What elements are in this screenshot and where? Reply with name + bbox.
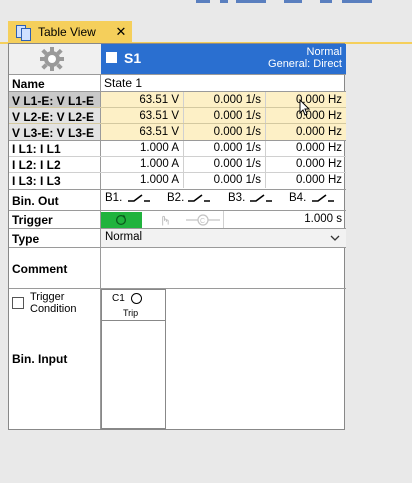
tab-table-view[interactable]: Table View ✕	[8, 21, 132, 42]
bin-input-state-icon[interactable]	[131, 293, 142, 304]
row-label-vl1[interactable]: V L1-E: V L1-E	[12, 94, 94, 108]
grid-line	[9, 210, 346, 211]
comment-label: Comment	[12, 262, 68, 276]
toolbar-fragment	[320, 0, 332, 3]
state-mode-line1: Normal	[306, 46, 342, 58]
type-label: Type	[12, 232, 40, 246]
grid-line	[9, 107, 346, 108]
relay-open-icon[interactable]	[187, 193, 211, 203]
tab-title: Table View	[38, 24, 96, 39]
il2-rate[interactable]: 0.000 1/s	[183, 157, 265, 172]
binout-row: B1. B2. B3. B4.	[101, 190, 346, 211]
binout-b4-label: B4.	[289, 192, 307, 204]
binout-b1-label: B1.	[105, 192, 123, 204]
il1-amplitude[interactable]: 1.000 A	[101, 141, 183, 156]
close-icon[interactable]: ✕	[113, 24, 129, 40]
grid-line	[9, 156, 346, 157]
vl1-rate[interactable]: 0.000 1/s	[183, 93, 265, 108]
grid-line	[9, 288, 346, 289]
gps-trigger-icon[interactable]: C	[186, 214, 220, 226]
toolbar-fragment	[196, 0, 210, 3]
vl3-amplitude[interactable]: 63.51 V	[101, 125, 183, 140]
il3-amplitude[interactable]: 1.000 A	[101, 173, 183, 188]
settings-cell	[9, 44, 101, 74]
type-value: Normal	[105, 231, 143, 243]
state-checkbox[interactable]	[106, 52, 117, 63]
type-dropdown[interactable]: Normal	[101, 229, 346, 247]
mouse-cursor-icon	[299, 99, 311, 116]
trigger-condition-line1: Trigger	[30, 291, 65, 303]
binout-b2-label: B2.	[167, 192, 185, 204]
vl3-frequency[interactable]: 0.000 Hz	[265, 125, 346, 140]
row-label-il2[interactable]: I L2: I L2	[12, 158, 61, 172]
vl1-amplitude[interactable]: 63.51 V	[101, 93, 183, 108]
bin-input-channel: C1	[112, 293, 125, 304]
refresh-icon	[115, 214, 127, 226]
trigger-condition-label: Trigger Condition	[30, 291, 76, 315]
grid-line	[9, 140, 346, 141]
toolbar-fragment	[236, 0, 266, 3]
grid-line	[9, 189, 346, 190]
row-label-il1[interactable]: I L1: I L1	[12, 142, 61, 156]
grid-line	[9, 172, 346, 173]
row-label-il3[interactable]: I L3: I L3	[12, 174, 61, 188]
bin-input-name: Trip	[123, 308, 139, 318]
svg-text:C: C	[200, 218, 205, 225]
toolbar-fragment	[220, 0, 228, 3]
grid-line	[9, 228, 346, 229]
bin-input-label: Bin. Input	[12, 352, 68, 366]
il3-frequency[interactable]: 0.000 Hz	[265, 173, 346, 188]
relay-open-icon[interactable]	[311, 193, 335, 203]
comment-field[interactable]	[101, 247, 346, 289]
grid-line	[223, 210, 224, 229]
grid-line	[9, 123, 346, 124]
toolbar-fragment	[342, 0, 372, 3]
row-label-vl2[interactable]: V L2-E: V L2-E	[12, 110, 94, 124]
il2-frequency[interactable]: 0.000 Hz	[265, 157, 346, 172]
trigger-time-value[interactable]: 1.000 s	[225, 212, 346, 227]
bin-input-c1[interactable]: C1 Trip	[102, 290, 165, 321]
vl2-amplitude[interactable]: 63.51 V	[101, 109, 183, 124]
grid-line	[9, 74, 346, 75]
tab-bar: Table View ✕	[0, 18, 412, 44]
il2-amplitude[interactable]: 1.000 A	[101, 157, 183, 172]
trigger-label: Trigger	[12, 213, 53, 227]
state-mode: Normal General: Direct	[268, 46, 342, 70]
trigger-timeout-button[interactable]	[101, 212, 142, 228]
state-mode-line2: General: Direct	[268, 58, 342, 70]
state-name: S1	[124, 50, 142, 66]
chevron-down-icon[interactable]	[330, 235, 340, 241]
grid-line	[9, 247, 346, 248]
il3-rate[interactable]: 0.000 1/s	[183, 173, 265, 188]
bin-input-panel: C1 Trip	[101, 289, 166, 429]
grid-line	[100, 74, 101, 429]
state-header[interactable]: S1 Normal General: Direct	[101, 44, 346, 74]
relay-open-icon[interactable]	[127, 193, 151, 203]
state-name-input[interactable]: State 1	[104, 76, 142, 90]
name-label: Name	[12, 77, 45, 91]
top-strip	[0, 0, 412, 18]
toolbar-fragment	[284, 0, 302, 3]
table-view-icon	[16, 24, 32, 41]
vl3-rate[interactable]: 0.000 1/s	[183, 125, 265, 140]
binout-label: Bin. Out	[12, 194, 59, 208]
grid-line	[9, 91, 346, 92]
binout-b3-label: B3.	[228, 192, 246, 204]
gear-icon[interactable]	[39, 46, 65, 72]
trigger-condition-line2: Condition	[30, 303, 77, 315]
relay-open-icon[interactable]	[249, 193, 273, 203]
hand-pointer-icon[interactable]	[159, 213, 170, 227]
vl2-rate[interactable]: 0.000 1/s	[183, 109, 265, 124]
row-label-vl3[interactable]: V L3-E: V L3-E	[12, 126, 94, 140]
il1-rate[interactable]: 0.000 1/s	[183, 141, 265, 156]
trigger-condition-checkbox[interactable]	[12, 297, 24, 309]
il1-frequency[interactable]: 0.000 Hz	[265, 141, 346, 156]
table-view-panel: S1 Normal General: Direct Name State 1 V…	[8, 43, 346, 430]
